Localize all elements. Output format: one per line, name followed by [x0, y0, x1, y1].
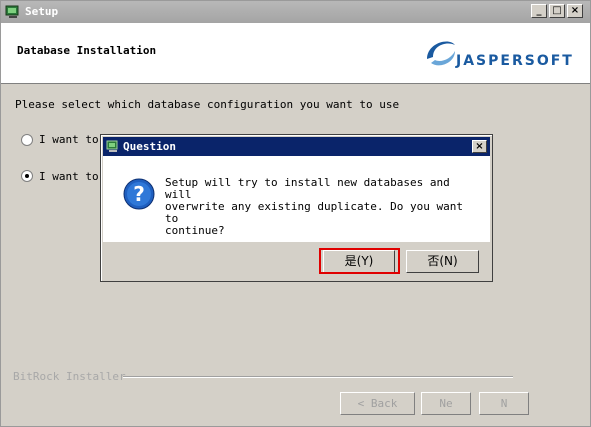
option-2-radio[interactable] — [21, 170, 33, 182]
no-button[interactable]: 否(N) — [406, 250, 479, 273]
logo-wordmark: JASPERSOFT — [456, 53, 574, 69]
dialog-close-button[interactable]: × — [472, 140, 487, 153]
page-title: Database Installation — [17, 44, 157, 57]
maximize-button[interactable]: □ — [549, 4, 565, 18]
setup-app-icon — [5, 5, 19, 18]
question-icon: ? — [123, 178, 155, 210]
page-header: Database Installation JASPERSOFT — [1, 23, 590, 84]
footer-separator — [123, 376, 513, 378]
next-button[interactable]: Ne — [421, 392, 471, 415]
svg-text:?: ? — [133, 182, 145, 206]
bitrock-installer-label: BitRock Installer — [13, 370, 126, 383]
window-title: Setup — [25, 5, 59, 18]
close-button[interactable]: × — [567, 4, 583, 18]
jaspersoft-logo: JASPERSOFT — [421, 31, 581, 75]
dialog-message: Setup will try to install new databases … — [165, 176, 464, 237]
yes-button-highlight — [319, 248, 400, 274]
back-button[interactable]: < Back — [340, 392, 415, 415]
option-1-radio[interactable] — [21, 134, 33, 146]
dialog-body: ? Setup will try to install new database… — [103, 156, 490, 242]
dialog-title: Question — [123, 140, 176, 153]
window-titlebar[interactable]: Setup _ □ × — [1, 1, 590, 23]
jaspersoft-swirl-icon — [427, 41, 455, 66]
question-dialog: Question × ? Setup will try to install n… — [100, 134, 493, 282]
option-1-label[interactable]: I want to — [39, 133, 99, 146]
dialog-titlebar[interactable]: Question × — [103, 137, 490, 156]
third-nav-button[interactable]: N — [479, 392, 529, 415]
selection-prompt: Please select which database configurati… — [15, 98, 400, 111]
dialog-app-icon — [106, 140, 118, 152]
setup-window: Setup _ □ × Database Installation JASPER… — [0, 0, 591, 427]
minimize-button[interactable]: _ — [531, 4, 547, 18]
option-2-label[interactable]: I want to — [39, 170, 99, 183]
